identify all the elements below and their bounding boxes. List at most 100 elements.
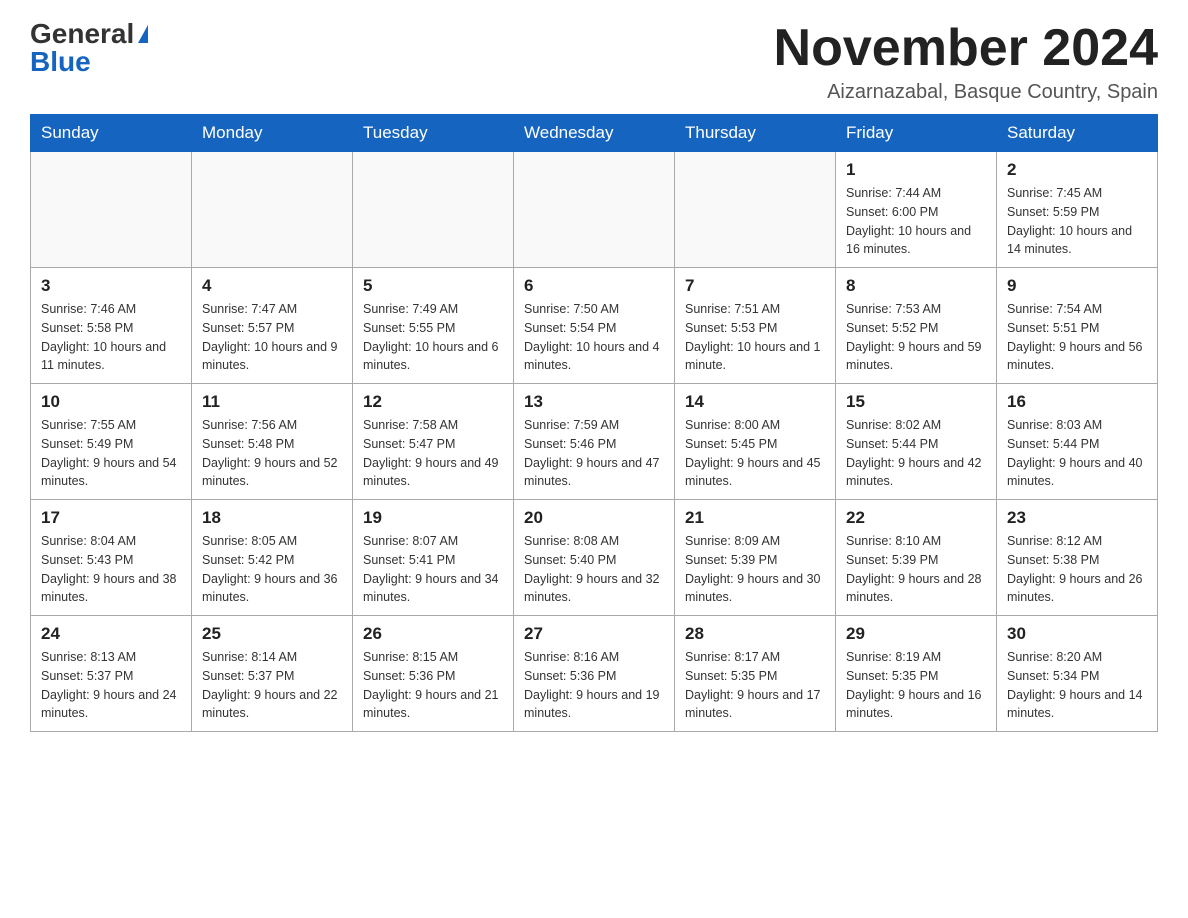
day-info: Sunrise: 8:08 AMSunset: 5:40 PMDaylight:… — [524, 532, 664, 607]
day-info: Sunrise: 8:03 AMSunset: 5:44 PMDaylight:… — [1007, 416, 1147, 491]
day-info: Sunrise: 7:53 AMSunset: 5:52 PMDaylight:… — [846, 300, 986, 375]
day-info: Sunrise: 7:56 AMSunset: 5:48 PMDaylight:… — [202, 416, 342, 491]
day-info: Sunrise: 8:10 AMSunset: 5:39 PMDaylight:… — [846, 532, 986, 607]
table-row: 11 Sunrise: 7:56 AMSunset: 5:48 PMDayligh… — [192, 384, 353, 500]
day-info: Sunrise: 8:05 AMSunset: 5:42 PMDaylight:… — [202, 532, 342, 607]
page-header: General Blue November 2024 Aizarnazabal,… — [30, 20, 1158, 104]
table-row — [514, 152, 675, 268]
day-info: Sunrise: 8:07 AMSunset: 5:41 PMDaylight:… — [363, 532, 503, 607]
header-thursday: Thursday — [675, 115, 836, 152]
table-row: 5 Sunrise: 7:49 AMSunset: 5:55 PMDaylight… — [353, 268, 514, 384]
day-info: Sunrise: 7:59 AMSunset: 5:46 PMDaylight:… — [524, 416, 664, 491]
day-info: Sunrise: 7:58 AMSunset: 5:47 PMDaylight:… — [363, 416, 503, 491]
calendar-week-row: 3 Sunrise: 7:46 AMSunset: 5:58 PMDaylight… — [31, 268, 1158, 384]
day-info: Sunrise: 8:19 AMSunset: 5:35 PMDaylight:… — [846, 648, 986, 723]
day-info: Sunrise: 8:14 AMSunset: 5:37 PMDaylight:… — [202, 648, 342, 723]
day-info: Sunrise: 8:12 AMSunset: 5:38 PMDaylight:… — [1007, 532, 1147, 607]
day-info: Sunrise: 7:46 AMSunset: 5:58 PMDaylight:… — [41, 300, 181, 375]
day-number: 15 — [846, 392, 986, 412]
day-info: Sunrise: 7:49 AMSunset: 5:55 PMDaylight:… — [363, 300, 503, 375]
table-row: 30 Sunrise: 8:20 AMSunset: 5:34 PMDayligh… — [997, 616, 1158, 732]
day-number: 10 — [41, 392, 181, 412]
table-row — [192, 152, 353, 268]
calendar-table: Sunday Monday Tuesday Wednesday Thursday… — [30, 114, 1158, 732]
day-info: Sunrise: 7:45 AMSunset: 5:59 PMDaylight:… — [1007, 184, 1147, 259]
day-info: Sunrise: 7:44 AMSunset: 6:00 PMDaylight:… — [846, 184, 986, 259]
logo-blue-text: Blue — [30, 48, 91, 76]
table-row: 14 Sunrise: 8:00 AMSunset: 5:45 PMDayligh… — [675, 384, 836, 500]
day-number: 9 — [1007, 276, 1147, 296]
table-row: 20Sunrise: 8:08 AMSunset: 5:40 PMDayligh… — [514, 500, 675, 616]
day-info: Sunrise: 8:13 AMSunset: 5:37 PMDaylight:… — [41, 648, 181, 723]
location-text: Aizarnazabal, Basque Country, Spain — [774, 81, 1158, 104]
calendar-header-row: Sunday Monday Tuesday Wednesday Thursday… — [31, 115, 1158, 152]
table-row: 21Sunrise: 8:09 AMSunset: 5:39 PMDayligh… — [675, 500, 836, 616]
day-info: Sunrise: 8:04 AMSunset: 5:43 PMDaylight:… — [41, 532, 181, 607]
table-row: 28Sunrise: 8:17 AMSunset: 5:35 PMDayligh… — [675, 616, 836, 732]
table-row: 23 Sunrise: 8:12 AMSunset: 5:38 PMDayligh… — [997, 500, 1158, 616]
table-row: 17 Sunrise: 8:04 AMSunset: 5:43 PMDayligh… — [31, 500, 192, 616]
table-row: 22 Sunrise: 8:10 AMSunset: 5:39 PMDayligh… — [836, 500, 997, 616]
day-number: 24 — [41, 624, 181, 644]
header-tuesday: Tuesday — [353, 115, 514, 152]
day-number: 28 — [685, 624, 825, 644]
day-info: Sunrise: 7:55 AMSunset: 5:49 PMDaylight:… — [41, 416, 181, 491]
day-number: 27 — [524, 624, 664, 644]
day-number: 5 — [363, 276, 503, 296]
day-number: 19 — [363, 508, 503, 528]
table-row: 27 Sunrise: 8:16 AMSunset: 5:36 PMDayligh… — [514, 616, 675, 732]
table-row: 1 Sunrise: 7:44 AMSunset: 6:00 PMDaylight… — [836, 152, 997, 268]
day-number: 14 — [685, 392, 825, 412]
day-number: 4 — [202, 276, 342, 296]
day-info: Sunrise: 7:54 AMSunset: 5:51 PMDaylight:… — [1007, 300, 1147, 375]
table-row: 9 Sunrise: 7:54 AMSunset: 5:51 PMDaylight… — [997, 268, 1158, 384]
table-row: 6Sunrise: 7:50 AMSunset: 5:54 PMDaylight… — [514, 268, 675, 384]
table-row: 29 Sunrise: 8:19 AMSunset: 5:35 PMDayligh… — [836, 616, 997, 732]
table-row: 24 Sunrise: 8:13 AMSunset: 5:37 PMDayligh… — [31, 616, 192, 732]
day-info: Sunrise: 8:00 AMSunset: 5:45 PMDaylight:… — [685, 416, 825, 491]
table-row: 26 Sunrise: 8:15 AMSunset: 5:36 PMDayligh… — [353, 616, 514, 732]
day-info: Sunrise: 7:51 AMSunset: 5:53 PMDaylight:… — [685, 300, 825, 375]
day-number: 23 — [1007, 508, 1147, 528]
table-row: 8 Sunrise: 7:53 AMSunset: 5:52 PMDaylight… — [836, 268, 997, 384]
table-row: 16 Sunrise: 8:03 AMSunset: 5:44 PMDayligh… — [997, 384, 1158, 500]
day-number: 22 — [846, 508, 986, 528]
day-number: 16 — [1007, 392, 1147, 412]
table-row: 4 Sunrise: 7:47 AMSunset: 5:57 PMDaylight… — [192, 268, 353, 384]
day-number: 29 — [846, 624, 986, 644]
header-friday: Friday — [836, 115, 997, 152]
day-number: 17 — [41, 508, 181, 528]
day-number: 2 — [1007, 160, 1147, 180]
day-info: Sunrise: 7:47 AMSunset: 5:57 PMDaylight:… — [202, 300, 342, 375]
day-number: 7 — [685, 276, 825, 296]
day-number: 26 — [363, 624, 503, 644]
calendar-week-row: 17 Sunrise: 8:04 AMSunset: 5:43 PMDayligh… — [31, 500, 1158, 616]
day-number: 13 — [524, 392, 664, 412]
table-row — [675, 152, 836, 268]
day-number: 8 — [846, 276, 986, 296]
title-section: November 2024 Aizarnazabal, Basque Count… — [774, 20, 1158, 104]
table-row: 13 Sunrise: 7:59 AMSunset: 5:46 PMDayligh… — [514, 384, 675, 500]
table-row: 10 Sunrise: 7:55 AMSunset: 5:49 PMDayligh… — [31, 384, 192, 500]
day-number: 25 — [202, 624, 342, 644]
day-info: Sunrise: 8:15 AMSunset: 5:36 PMDaylight:… — [363, 648, 503, 723]
logo: General Blue — [30, 20, 148, 76]
day-number: 30 — [1007, 624, 1147, 644]
day-number: 21 — [685, 508, 825, 528]
day-number: 18 — [202, 508, 342, 528]
day-info: Sunrise: 8:16 AMSunset: 5:36 PMDaylight:… — [524, 648, 664, 723]
logo-triangle-icon — [138, 25, 148, 43]
calendar-week-row: 10 Sunrise: 7:55 AMSunset: 5:49 PMDayligh… — [31, 384, 1158, 500]
header-wednesday: Wednesday — [514, 115, 675, 152]
day-number: 6 — [524, 276, 664, 296]
logo-general-text: General — [30, 20, 134, 48]
table-row: 25 Sunrise: 8:14 AMSunset: 5:37 PMDayligh… — [192, 616, 353, 732]
day-number: 12 — [363, 392, 503, 412]
day-number: 1 — [846, 160, 986, 180]
table-row: 2 Sunrise: 7:45 AMSunset: 5:59 PMDaylight… — [997, 152, 1158, 268]
day-info: Sunrise: 8:20 AMSunset: 5:34 PMDaylight:… — [1007, 648, 1147, 723]
day-number: 3 — [41, 276, 181, 296]
calendar-week-row: 1 Sunrise: 7:44 AMSunset: 6:00 PMDaylight… — [31, 152, 1158, 268]
day-number: 11 — [202, 392, 342, 412]
header-monday: Monday — [192, 115, 353, 152]
